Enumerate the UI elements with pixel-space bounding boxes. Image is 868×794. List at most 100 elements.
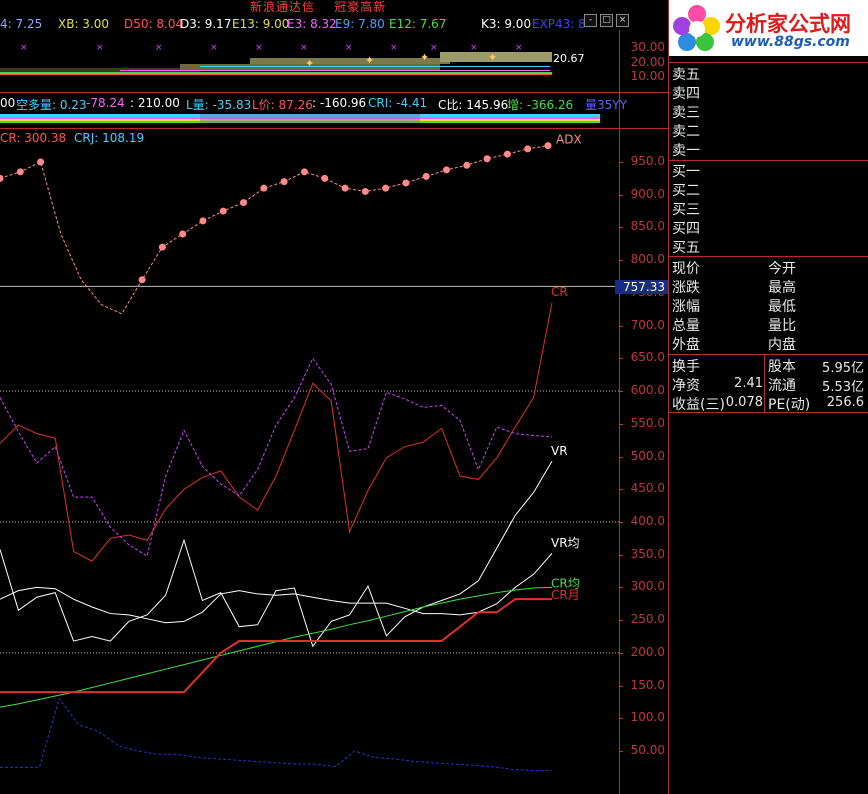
- indicator-value: L量: -35.83: [186, 98, 252, 112]
- quote-field-label: 涨跌: [672, 280, 700, 296]
- indicator-value: 增: -366.26: [507, 98, 574, 112]
- data-point: [179, 230, 187, 238]
- site-logo: 分析家公式网 www.88gs.com: [669, 0, 868, 56]
- quote-field-label: 最低: [768, 299, 796, 315]
- series-label: CR月: [551, 588, 580, 602]
- data-point: [37, 158, 45, 166]
- mini-chart-bands: [0, 52, 552, 75]
- fund-field-label: 收益(三): [672, 397, 725, 413]
- data-point: [138, 276, 146, 284]
- svg-text:✦: ✦: [488, 51, 497, 64]
- axis-tick: [619, 423, 623, 425]
- upper-axis: 30.00 20.00 10.00: [619, 0, 669, 92]
- panel-divider: [668, 0, 669, 794]
- section-divider: [0, 92, 669, 93]
- quote-field-label: 最高: [768, 280, 796, 296]
- series-label: CR: [551, 285, 568, 299]
- mini-chart-label: 20.67: [553, 52, 585, 65]
- panel-divider: [764, 354, 765, 412]
- sell-level-label: 卖二: [672, 124, 700, 140]
- quote-field-label: 量比: [768, 318, 796, 334]
- axis-tick: [619, 554, 623, 556]
- minimize-button[interactable]: -: [584, 14, 597, 27]
- axis-label: 950.0: [630, 154, 665, 168]
- axis-label: 150.0: [630, 677, 665, 692]
- svg-text:×: ×: [300, 43, 308, 53]
- axis-tick: [619, 358, 623, 360]
- axis-tick: [619, 620, 623, 622]
- svg-text:×: ×: [20, 43, 28, 53]
- stock-name: 冠豪高新: [334, 0, 387, 14]
- svg-text:×: ×: [345, 43, 353, 53]
- quote-field-label: 涨幅: [672, 299, 700, 315]
- svg-text:×: ×: [155, 43, 163, 53]
- svg-text:×: ×: [255, 43, 263, 53]
- fund-field-label: 股本: [768, 359, 796, 375]
- quote-field-label: 内盘: [768, 337, 796, 353]
- axis-tick: [619, 227, 623, 229]
- fund-field-label: PE(动): [768, 397, 811, 413]
- axis-tick: [619, 489, 623, 491]
- buy-level-label: 买三: [672, 202, 700, 218]
- axis-tick: [619, 456, 623, 458]
- maximize-button[interactable]: □: [600, 14, 613, 27]
- axis-label: 350.0: [630, 546, 665, 561]
- indicator-value: L价: 87.26: [252, 98, 313, 112]
- indicator-value: E9: 7.80: [335, 17, 385, 31]
- series-line-2: [0, 553, 553, 624]
- indicator-value: D50: 8.04: [124, 17, 184, 31]
- upper-mini-chart: × × × × × × × × × × × ✦ ✦ ✦ ✦: [0, 43, 552, 75]
- axis-label: 450.0: [630, 481, 665, 496]
- indicator-value: EXP43: 8: [532, 17, 586, 31]
- axis-tick: [619, 521, 623, 523]
- indicator-value: E12: 7.67: [389, 17, 447, 31]
- indicator-value: C比: 145.96: [438, 98, 509, 112]
- axis-tick: [619, 587, 623, 589]
- series-line-5: [0, 357, 553, 557]
- axis-label: 50.00: [630, 743, 665, 757]
- data-point: [361, 187, 369, 195]
- data-point: [524, 145, 532, 153]
- indicator-value: : 210.00: [130, 96, 180, 110]
- data-point: [199, 217, 207, 225]
- sell-level-label: 卖五: [672, 67, 700, 83]
- axis-label: 10.00: [630, 69, 665, 83]
- fund-field-value: 5.53亿: [822, 380, 864, 395]
- panel-divider: [669, 354, 868, 355]
- fund-field-label: 换手: [672, 359, 700, 375]
- quote-field-label: 总量: [672, 318, 700, 334]
- axis-label: 900.0: [630, 186, 665, 201]
- data-point: [443, 166, 451, 174]
- data-point: [483, 155, 491, 163]
- axis-label: 800.0: [630, 252, 665, 267]
- axis-label: 20.00: [630, 55, 665, 69]
- indicator-value: 空多量: 0.23: [16, 98, 87, 112]
- fund-field-value: 2.41: [734, 376, 763, 391]
- series-line-6: [0, 145, 549, 315]
- broker-name: 新浪通达信: [250, 0, 316, 14]
- indicator-value: -78.24: [86, 96, 125, 110]
- sell-level-label: 卖三: [672, 105, 700, 121]
- axis-label: 250.0: [630, 612, 665, 627]
- axis-label: 400.0: [630, 513, 665, 528]
- axis-tick: [619, 391, 623, 393]
- quote-field-label: 现价: [672, 261, 700, 277]
- axis-label: 600.0: [630, 383, 665, 398]
- svg-text:✦: ✦: [305, 57, 314, 70]
- axis-tick: [619, 685, 623, 687]
- fund-field-label: 净资: [672, 378, 700, 394]
- data-point: [382, 184, 390, 192]
- indicator-value: XB: 3.00: [58, 17, 110, 31]
- data-point: [240, 199, 248, 207]
- svg-text:✦: ✦: [420, 51, 429, 64]
- logo-url[interactable]: www.88gs.com: [731, 34, 850, 50]
- data-point: [16, 168, 24, 176]
- axis-tick: [619, 652, 623, 654]
- axis-tick: [619, 194, 623, 196]
- current-value-marker: 757.33: [615, 280, 669, 295]
- data-point: [158, 243, 166, 251]
- indicator-value: 00: [0, 96, 16, 110]
- buy-level-label: 买四: [672, 221, 700, 237]
- data-point: [260, 184, 268, 192]
- axis-label: 650.0: [630, 350, 665, 365]
